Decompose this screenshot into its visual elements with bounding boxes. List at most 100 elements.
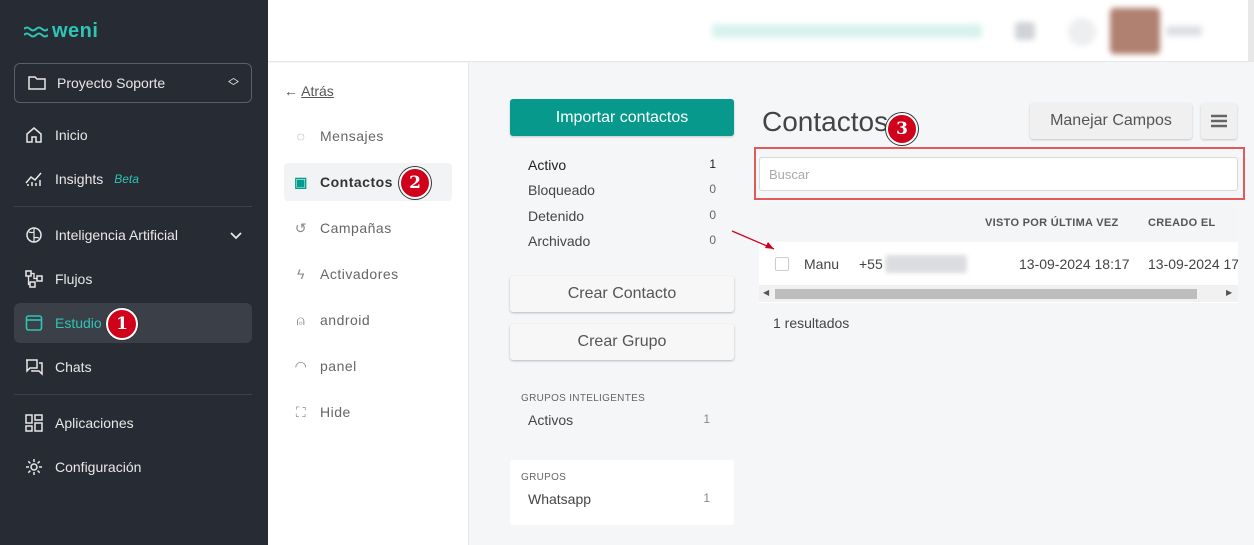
status-item-bloqueado[interactable]: Bloqueado 0 [528, 182, 716, 198]
status-label: Detenido [528, 208, 585, 224]
top-header [268, 0, 1254, 62]
sidebar-item-ai[interactable]: Inteligencia Artificial [14, 215, 252, 255]
arrow-left-icon: ← [284, 83, 298, 99]
sidebar-item-inicio[interactable]: Inicio [14, 115, 252, 155]
chevron-down-icon [230, 227, 242, 243]
subnav-item-label: Campañas [320, 220, 392, 236]
status-count: 1 [709, 157, 716, 171]
sidebar-item-insights[interactable]: Insights Beta [14, 159, 252, 199]
subnav-item-android[interactable]: ⍝ android [284, 301, 452, 339]
back-link[interactable]: ← Atrás [284, 83, 334, 99]
avatar[interactable] [1110, 8, 1160, 54]
groups-section: GRUPOS Whatsapp 1 [510, 460, 734, 525]
hamburger-icon [1211, 114, 1227, 128]
column-last-seen[interactable]: VISTO POR ÚLTIMA VEZ [985, 217, 1119, 229]
subnav-item-mensajes[interactable]: ◌ Mensajes [284, 117, 452, 155]
weni-logo[interactable]: weni [24, 20, 98, 43]
group-label: Whatsapp [528, 491, 592, 507]
contacts-icon: ▣ [294, 173, 308, 190]
subnav-item-hide[interactable]: ⛶ Hide [284, 393, 452, 431]
chats-icon [24, 357, 44, 377]
sidebar-item-label: Configuración [55, 459, 142, 475]
contacts-filter-column: Importar contactos Activo 1 Bloqueado 0 … [510, 99, 734, 525]
blurred-notice [712, 24, 982, 38]
sidebar-item-flujos[interactable]: Flujos [14, 259, 252, 299]
waves-icon [24, 26, 48, 37]
subnav-item-label: Hide [320, 404, 351, 420]
status-count: 0 [709, 233, 716, 247]
horizontal-scrollbar[interactable]: ◀ ▶ [759, 286, 1238, 302]
scroll-thumb[interactable] [775, 289, 1197, 299]
status-item-detenido[interactable]: Detenido 0 [528, 208, 716, 224]
import-contacts-button[interactable]: Importar contactos [510, 99, 734, 136]
message-icon: ◌ [296, 128, 306, 144]
create-group-button[interactable]: Crear Grupo [510, 324, 734, 360]
hide-icon: ⛶ [295, 403, 307, 420]
group-item-activos[interactable]: Activos 1 [510, 404, 734, 428]
subnav-item-label: panel [320, 358, 357, 374]
folder-icon [28, 76, 46, 90]
back-label: Atrás [301, 83, 334, 99]
section-title: GRUPOS INTELIGENTES [521, 393, 646, 404]
table-header: VISTO POR ÚLTIMA VEZ CREADO EL [759, 206, 1238, 242]
sidebar-item-label: Insights [55, 171, 104, 187]
step-badge-2: 2 [399, 167, 431, 199]
row-checkbox[interactable] [775, 257, 789, 271]
manage-fields-button[interactable]: Manejar Campos [1030, 103, 1192, 139]
smart-groups-section: GRUPOS INTELIGENTES Activos 1 [510, 381, 734, 441]
home-icon [24, 125, 44, 145]
scroll-left-icon[interactable]: ◀ [763, 288, 769, 297]
sidebar-item-label: Aplicaciones [55, 415, 134, 431]
scroll-right-icon[interactable]: ▶ [1226, 288, 1232, 297]
blurred-icon [1068, 18, 1096, 46]
status-label: Activo [528, 157, 567, 173]
android-icon: ⍝ [296, 311, 306, 328]
blurred-icon [1015, 22, 1035, 40]
sidebar-item-label: Inteligencia Artificial [55, 227, 178, 243]
sidebar-item-chats[interactable]: Chats [14, 347, 252, 387]
page-scrollbar[interactable] [1248, 0, 1254, 62]
menu-button[interactable] [1201, 103, 1237, 139]
contact-created: 13-09-2024 17 [1148, 256, 1238, 272]
search-input[interactable] [759, 157, 1238, 191]
create-contact-button[interactable]: Crear Contacto [510, 276, 734, 312]
page-title: Contactos [762, 106, 889, 137]
subnav-item-label: Activadores [320, 266, 399, 282]
history-icon: ↺ [294, 219, 308, 236]
subnav-item-panel[interactable]: ◠ panel [284, 347, 452, 385]
blurred-user-name [1166, 26, 1202, 36]
sidebar-divider [14, 206, 252, 207]
status-item-archivado[interactable]: Archivado 0 [528, 233, 716, 249]
contact-last-seen: 13-09-2024 18:17 [1019, 256, 1130, 272]
sidebar-item-configuracion[interactable]: Configuración [14, 447, 252, 487]
apps-icon [24, 413, 44, 433]
main-sidebar: weni Proyecto Soporte ︿ ﹀ Inicio Insights… [0, 0, 268, 545]
chart-icon [24, 169, 44, 189]
table-row[interactable]: Manu +55 13-09-2024 18:17 13-09-2024 17 [759, 242, 1238, 286]
subnav-item-activadores[interactable]: ϟ Activadores [284, 255, 452, 293]
contact-phone: +55 [859, 256, 883, 272]
contact-name: Manu [804, 256, 840, 272]
status-label: Bloqueado [528, 182, 595, 198]
status-count: 0 [709, 208, 716, 222]
chevron-updown-icon: ︿ ﹀ [228, 72, 239, 93]
project-name: Proyecto Soporte [57, 75, 166, 91]
group-count: 1 [703, 412, 710, 426]
sidebar-divider [14, 394, 252, 395]
group-label: Activos [528, 412, 574, 428]
subnav-item-label: Mensajes [320, 128, 384, 144]
group-item-whatsapp[interactable]: Whatsapp 1 [510, 483, 734, 507]
project-selector[interactable]: Proyecto Soporte ︿ ﹀ [14, 63, 252, 103]
sidebar-item-label: Inicio [55, 127, 88, 143]
column-created[interactable]: CREADO EL [1148, 217, 1215, 229]
gauge-icon: ◠ [294, 357, 308, 374]
group-count: 1 [703, 491, 710, 505]
step-badge-3: 3 [886, 113, 918, 145]
sidebar-item-aplicaciones[interactable]: Aplicaciones [14, 403, 252, 443]
gear-icon [24, 457, 44, 477]
sidebar-item-label: Estudio [55, 315, 102, 331]
subnav-item-campanas[interactable]: ↺ Campañas [284, 209, 452, 247]
status-item-activo[interactable]: Activo 1 [528, 157, 716, 173]
subnav-item-label: Contactos [320, 174, 393, 190]
annotation-arrow-icon [731, 230, 775, 250]
